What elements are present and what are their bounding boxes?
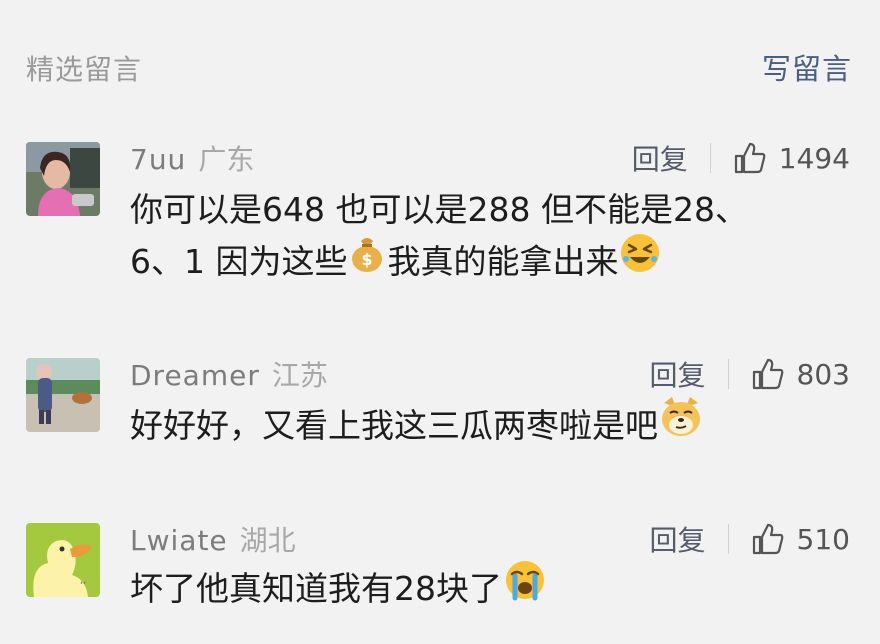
svg-text:,,: ,, bbox=[80, 575, 86, 586]
comment-text: 你可以是648 也可以是288 但不能是28、 6、1 因为这些 $ 我真的能拿… bbox=[130, 184, 748, 290]
nickname[interactable]: Dreamer bbox=[130, 359, 260, 392]
comment-text-line: 坏了他真知道我有28块了 bbox=[130, 569, 502, 608]
divider bbox=[727, 524, 729, 554]
divider bbox=[709, 143, 711, 173]
nickname[interactable]: Lwiate bbox=[130, 524, 228, 557]
like-button[interactable]: 510 bbox=[751, 522, 850, 556]
avatar[interactable] bbox=[26, 358, 100, 432]
comment-text-part: 6、1 因为这些 bbox=[130, 242, 348, 281]
comment-meta: Lwiate 湖北 bbox=[130, 519, 296, 559]
loudly-crying-face-icon bbox=[502, 558, 548, 617]
like-count: 510 bbox=[796, 522, 850, 556]
thumbs-up-icon bbox=[734, 142, 766, 174]
comments-header: 精选留言 写留言 bbox=[0, 0, 880, 110]
avatar[interactable]: ,, bbox=[26, 523, 100, 597]
money-bag-icon: $ bbox=[347, 233, 387, 288]
comment-text-part: 我真的能拿出来 bbox=[387, 242, 619, 281]
grinning-squint-face-icon bbox=[618, 231, 662, 290]
like-count: 803 bbox=[796, 357, 850, 391]
reply-button[interactable]: 回复 bbox=[650, 519, 706, 559]
comment-meta: 7uu 广东 bbox=[130, 138, 254, 178]
comment-actions: 回复 1494 bbox=[632, 138, 850, 178]
write-comment-button[interactable]: 写留言 bbox=[762, 46, 852, 88]
comment-text: 好好好，又看上我这三瓜两枣啦是吧 bbox=[130, 397, 704, 454]
location: 江苏 bbox=[271, 359, 328, 392]
comment-text: 坏了他真知道我有28块了 bbox=[130, 561, 548, 617]
thumbs-up-icon bbox=[752, 358, 783, 390]
location: 湖北 bbox=[239, 524, 296, 557]
like-button[interactable]: 1494 bbox=[733, 141, 850, 175]
divider bbox=[727, 359, 729, 389]
location: 广东 bbox=[198, 143, 255, 176]
comment-text-line: 你可以是648 也可以是288 但不能是28、 bbox=[130, 190, 748, 229]
section-title: 精选留言 bbox=[26, 53, 143, 86]
comment-actions: 回复 510 bbox=[650, 519, 850, 559]
comment-actions: 回复 803 bbox=[650, 354, 850, 394]
svg-text:$: $ bbox=[362, 250, 373, 269]
comment-text-line: 好好好，又看上我这三瓜两枣啦是吧 bbox=[130, 406, 658, 445]
avatar[interactable] bbox=[26, 142, 100, 216]
reply-button[interactable]: 回复 bbox=[650, 354, 706, 394]
comment-text-line: 6、1 因为这些 $ 我真的能拿出来 bbox=[130, 233, 748, 290]
thumbs-up-icon bbox=[752, 523, 783, 555]
nickname[interactable]: 7uu bbox=[130, 143, 186, 176]
like-button[interactable]: 803 bbox=[751, 357, 850, 391]
like-count: 1494 bbox=[778, 141, 850, 175]
doge-icon bbox=[658, 395, 704, 454]
comment-meta: Dreamer 江苏 bbox=[130, 354, 328, 394]
reply-button[interactable]: 回复 bbox=[632, 138, 688, 178]
